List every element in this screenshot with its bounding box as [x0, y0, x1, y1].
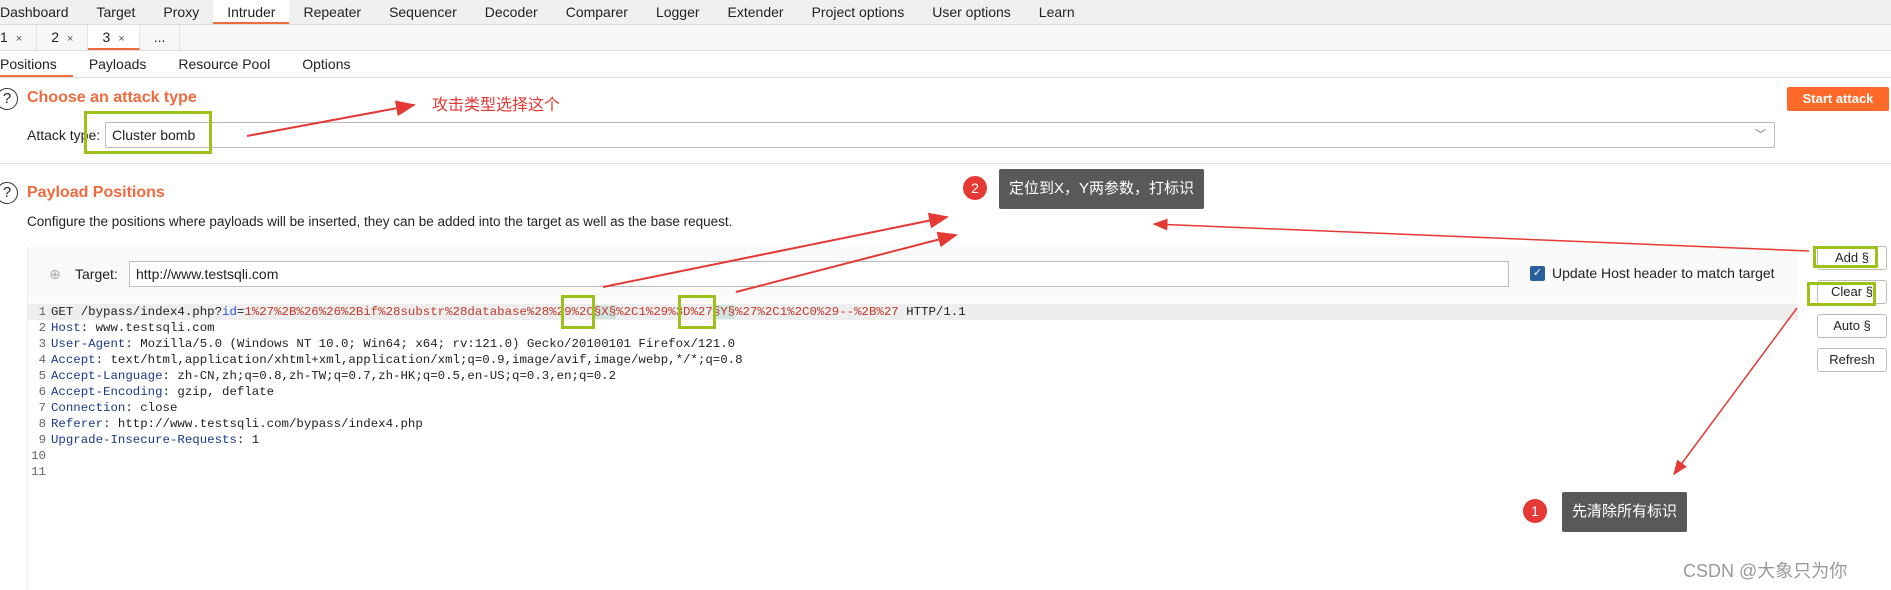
arrow — [602, 212, 949, 288]
arrow — [246, 100, 416, 137]
arrow — [735, 231, 958, 293]
annotation-arrows — [246, 100, 1810, 476]
arrow — [1152, 218, 1810, 252]
arrow — [1673, 307, 1798, 476]
